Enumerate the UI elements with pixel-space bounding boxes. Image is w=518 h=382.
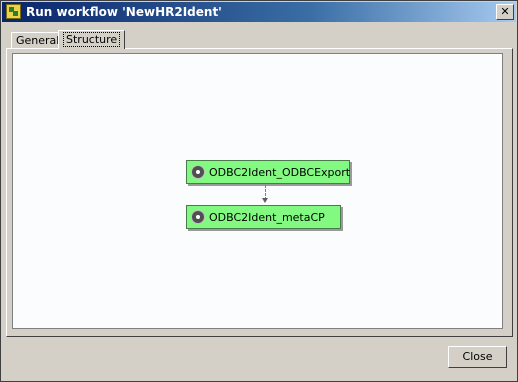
connector-arrowhead bbox=[262, 198, 268, 203]
workflow-canvas[interactable]: ODBC2Ident_ODBCExport ODBC2Ident_metaCP bbox=[12, 53, 503, 329]
tab-general[interactable]: General bbox=[11, 32, 65, 49]
workflow-node-odbcexport[interactable]: ODBC2Ident_ODBCExport bbox=[186, 160, 350, 184]
gear-icon bbox=[192, 166, 204, 178]
tab-structure-label: Structure bbox=[63, 32, 121, 47]
structure-tab-panel: ODBC2Ident_ODBCExport ODBC2Ident_metaCP bbox=[6, 48, 513, 337]
workflow-app-icon bbox=[6, 4, 21, 19]
tab-general-label: General bbox=[16, 34, 60, 47]
close-button[interactable]: Close bbox=[448, 346, 507, 368]
run-workflow-dialog: Run workflow 'NewHR2Ident' ✕ General Str… bbox=[0, 0, 518, 382]
gear-icon bbox=[192, 211, 204, 223]
tab-structure[interactable]: Structure bbox=[58, 30, 126, 49]
node-label: ODBC2Ident_ODBCExport bbox=[209, 166, 351, 179]
close-window-button[interactable]: ✕ bbox=[496, 4, 514, 20]
workflow-node-metacp[interactable]: ODBC2Ident_metaCP bbox=[186, 205, 341, 229]
node-label: ODBC2Ident_metaCP bbox=[209, 211, 325, 224]
title-bar[interactable]: Run workflow 'NewHR2Ident' ✕ bbox=[2, 2, 516, 22]
window-title: Run workflow 'NewHR2Ident' bbox=[26, 5, 222, 19]
